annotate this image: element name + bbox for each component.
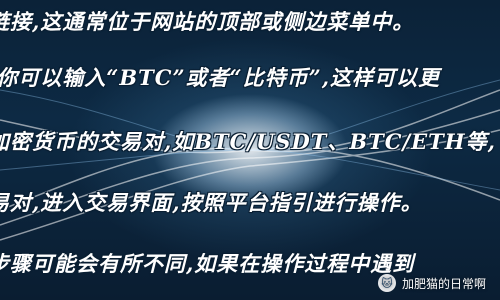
watermark: 🐱 加肥猫的日常啊 — [377, 274, 486, 292]
cat-icon: 🐱 — [377, 274, 396, 292]
text-line-4: 易对,进入交易界面,按照平台指引进行操作。 — [0, 190, 423, 215]
text-line-1: 链接,这通常位于网站的顶部或侧边菜单中。 — [0, 9, 415, 34]
text-line-5: 步骤可能会有所不同,如果在操作过程中遇到 — [0, 251, 415, 276]
text-line-2: ,你可以输入“BTC”或者“比特币”,这样可以更 — [0, 65, 441, 90]
text-line-3: 加密货币的交易对,如BTC/USDT、BTC/ETH等, — [0, 129, 496, 154]
watermark-text: 加肥猫的日常啊 — [401, 276, 486, 291]
